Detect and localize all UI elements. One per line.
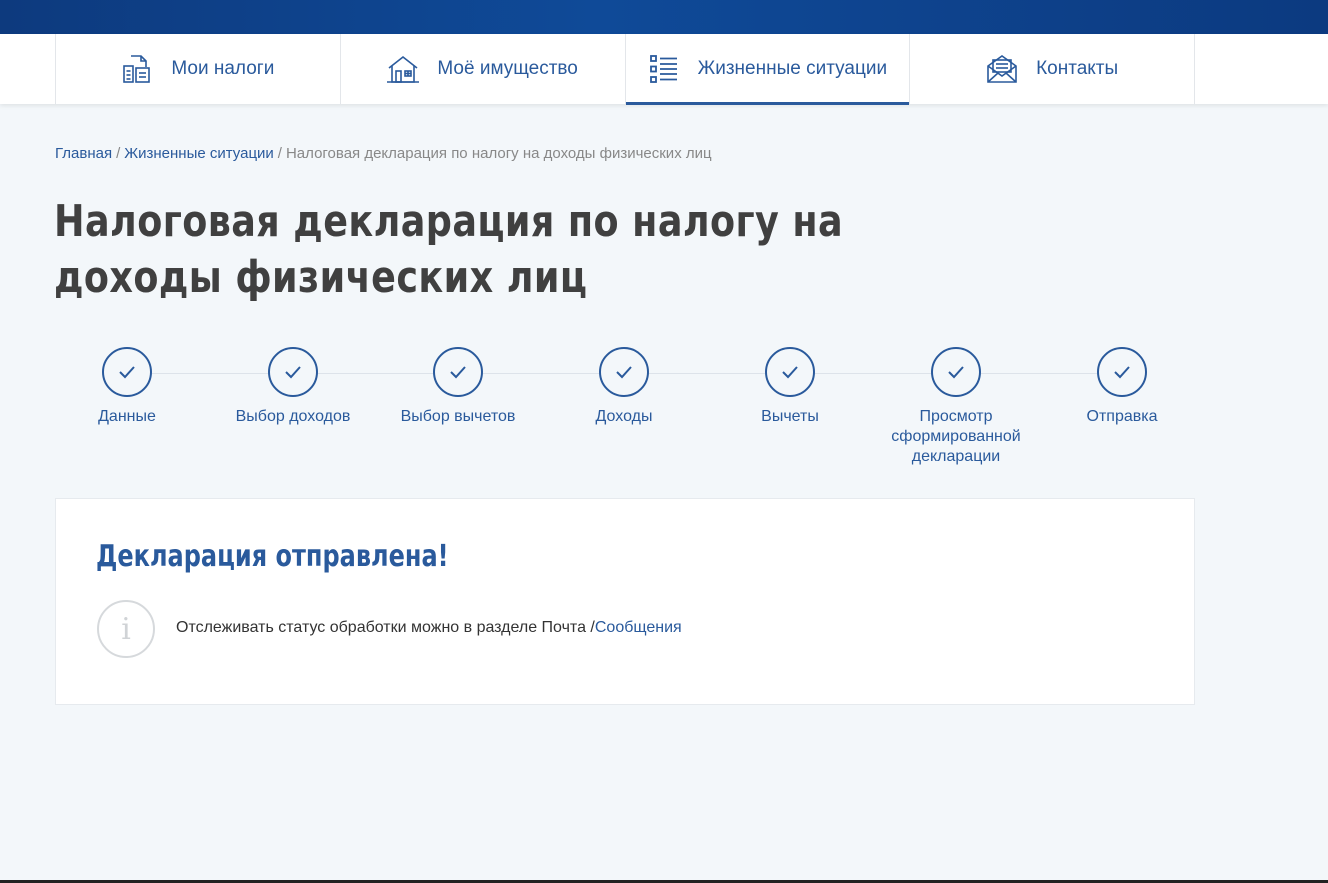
- main-nav-items: Мои налоги Моё имущество Жизненные ситуа…: [55, 34, 1195, 105]
- nav-item-my-taxes[interactable]: Мои налоги: [56, 34, 341, 104]
- step-deductions[interactable]: Вычеты: [707, 347, 873, 427]
- step-label: Доходы: [595, 408, 653, 425]
- breadcrumb-current: Налоговая декларация по налогу на доходы…: [285, 145, 712, 162]
- list-icon: [648, 53, 680, 85]
- info-icon: i: [97, 600, 155, 658]
- page-title: Налоговая декларация по налогу на доходы…: [54, 196, 844, 303]
- result-title: Декларация отправлена!: [96, 539, 449, 574]
- step-income[interactable]: Доходы: [541, 347, 707, 427]
- step-label: Просмотр сформированной декларации: [891, 408, 1021, 465]
- check-icon: [931, 347, 981, 397]
- step-preview[interactable]: Просмотр сформированной декларации: [873, 347, 1039, 467]
- check-icon: [599, 347, 649, 397]
- check-icon: [765, 347, 815, 397]
- step-label: Выбор доходов: [235, 408, 351, 425]
- main-nav: Мои налоги Моё имущество Жизненные ситуа…: [0, 34, 1328, 105]
- breadcrumb-separator: /: [116, 145, 121, 162]
- breadcrumb: Главная / Жизненные ситуации / Налоговая дек…: [55, 145, 712, 162]
- breadcrumb-section-link[interactable]: Жизненные ситуации: [124, 145, 274, 162]
- result-card: Декларация отправлена! i Отслеживать ста…: [55, 498, 1195, 705]
- breadcrumb-home-link[interactable]: Главная: [55, 145, 112, 162]
- messages-link[interactable]: Сообщения: [595, 619, 682, 636]
- check-icon: [268, 347, 318, 397]
- step-label: Данные: [98, 408, 156, 425]
- step-label: Отправка: [1086, 408, 1158, 425]
- step-income-choice[interactable]: Выбор доходов: [210, 347, 376, 427]
- tax-documents-icon: [121, 53, 153, 85]
- envelope-icon: [986, 53, 1018, 85]
- check-icon: [102, 347, 152, 397]
- nav-item-label: Контакты: [1036, 58, 1119, 79]
- step-label: Выбор вычетов: [400, 408, 516, 425]
- nav-item-label: Жизненные ситуации: [697, 58, 888, 79]
- top-bar: [0, 0, 1328, 34]
- house-icon: [387, 53, 420, 85]
- result-message: Отслеживать статус обработки можно в раз…: [176, 619, 682, 637]
- breadcrumb-separator: /: [277, 145, 282, 162]
- nav-item-my-property[interactable]: Моё имущество: [341, 34, 626, 104]
- check-icon: [433, 347, 483, 397]
- result-message-text: Отслеживать статус обработки можно в раз…: [176, 619, 595, 636]
- step-deduction-choice[interactable]: Выбор вычетов: [375, 347, 541, 427]
- check-icon: [1097, 347, 1147, 397]
- step-data[interactable]: Данные: [44, 347, 210, 427]
- progress-steps: Данные Выбор доходов Выбор вычетов Доход…: [44, 347, 1204, 477]
- nav-item-contacts[interactable]: Контакты: [910, 34, 1195, 104]
- nav-item-label: Мои налоги: [171, 58, 275, 79]
- nav-item-label: Моё имущество: [437, 58, 578, 79]
- nav-item-life-situations[interactable]: Жизненные ситуации: [625, 34, 911, 105]
- step-send[interactable]: Отправка: [1039, 347, 1205, 427]
- step-label: Вычеты: [761, 408, 819, 425]
